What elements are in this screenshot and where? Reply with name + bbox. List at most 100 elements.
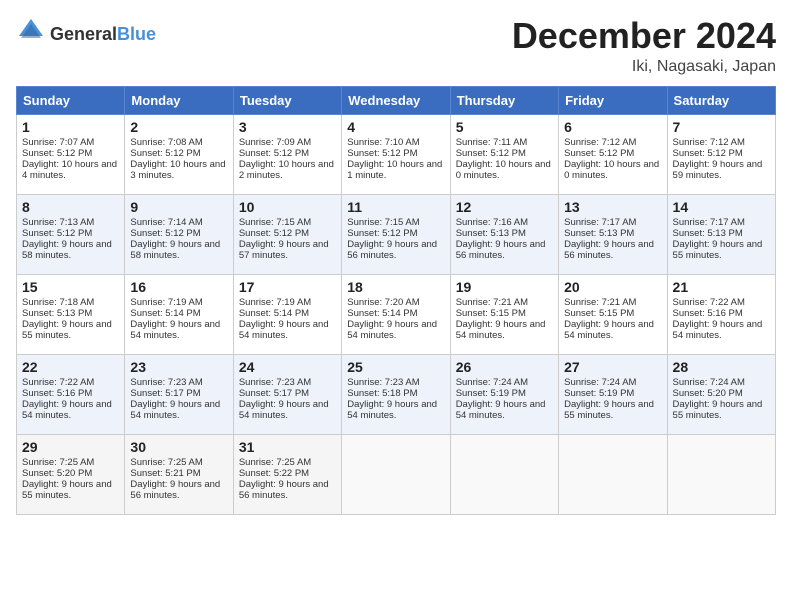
- daylight-text: Daylight: 9 hours and 54 minutes.: [130, 319, 227, 341]
- daylight-text: Daylight: 9 hours and 54 minutes.: [456, 319, 553, 341]
- sunset-text: Sunset: 5:14 PM: [347, 308, 444, 319]
- day-number: 6: [564, 119, 661, 135]
- daylight-text: Daylight: 9 hours and 58 minutes.: [130, 239, 227, 261]
- calendar-cell: 14Sunrise: 7:17 AMSunset: 5:13 PMDayligh…: [667, 194, 775, 274]
- calendar-cell: 8Sunrise: 7:13 AMSunset: 5:12 PMDaylight…: [17, 194, 125, 274]
- calendar-cell: 31Sunrise: 7:25 AMSunset: 5:22 PMDayligh…: [233, 434, 341, 514]
- day-number: 24: [239, 359, 336, 375]
- daylight-text: Daylight: 9 hours and 59 minutes.: [673, 159, 770, 181]
- sunset-text: Sunset: 5:19 PM: [564, 388, 661, 399]
- calendar-cell: 21Sunrise: 7:22 AMSunset: 5:16 PMDayligh…: [667, 274, 775, 354]
- sunset-text: Sunset: 5:16 PM: [22, 388, 119, 399]
- daylight-text: Daylight: 10 hours and 3 minutes.: [130, 159, 227, 181]
- day-number: 20: [564, 279, 661, 295]
- sunrise-text: Sunrise: 7:24 AM: [564, 377, 661, 388]
- logo: GeneralBlue: [16, 16, 156, 51]
- calendar-cell: 13Sunrise: 7:17 AMSunset: 5:13 PMDayligh…: [559, 194, 667, 274]
- sunset-text: Sunset: 5:12 PM: [347, 228, 444, 239]
- calendar-cell: [450, 434, 558, 514]
- sunset-text: Sunset: 5:12 PM: [130, 148, 227, 159]
- day-number: 19: [456, 279, 553, 295]
- daylight-text: Daylight: 9 hours and 55 minutes.: [564, 399, 661, 421]
- sunset-text: Sunset: 5:12 PM: [130, 228, 227, 239]
- daylight-text: Daylight: 9 hours and 54 minutes.: [564, 319, 661, 341]
- day-header-row: Sunday Monday Tuesday Wednesday Thursday…: [17, 86, 776, 114]
- day-number: 13: [564, 199, 661, 215]
- sunrise-text: Sunrise: 7:24 AM: [456, 377, 553, 388]
- sunrise-text: Sunrise: 7:16 AM: [456, 217, 553, 228]
- daylight-text: Daylight: 9 hours and 54 minutes.: [347, 319, 444, 341]
- calendar-cell: 9 Sunrise: 7:14 AMSunset: 5:12 PMDaylight…: [125, 194, 233, 274]
- sunset-text: Sunset: 5:13 PM: [456, 228, 553, 239]
- day-number: 17: [239, 279, 336, 295]
- sunrise-text: Sunrise: 7:25 AM: [239, 457, 336, 468]
- header-friday: Friday: [559, 86, 667, 114]
- daylight-text: Daylight: 9 hours and 55 minutes.: [673, 239, 770, 261]
- sunset-text: Sunset: 5:13 PM: [22, 308, 119, 319]
- day-number: 9: [130, 199, 227, 215]
- calendar-cell: 1Sunrise: 7:07 AMSunset: 5:12 PMDaylight…: [17, 114, 125, 194]
- sunrise-text: Sunrise: 7:21 AM: [564, 297, 661, 308]
- sunrise-text: Sunrise: 7:25 AM: [22, 457, 119, 468]
- daylight-text: Daylight: 10 hours and 4 minutes.: [22, 159, 119, 181]
- sunset-text: Sunset: 5:21 PM: [130, 468, 227, 479]
- day-number: 12: [456, 199, 553, 215]
- logo-icon: [16, 16, 46, 51]
- sunrise-text: Sunrise: 7:19 AM: [130, 297, 227, 308]
- sunrise-text: Sunrise: 7:14 AM: [130, 217, 227, 228]
- day-number: 1: [22, 119, 119, 135]
- calendar-cell: 30Sunrise: 7:25 AMSunset: 5:21 PMDayligh…: [125, 434, 233, 514]
- calendar-cell: 20Sunrise: 7:21 AMSunset: 5:15 PMDayligh…: [559, 274, 667, 354]
- calendar-week-row: 22Sunrise: 7:22 AMSunset: 5:16 PMDayligh…: [17, 354, 776, 434]
- calendar-cell: [559, 434, 667, 514]
- calendar-cell: 24Sunrise: 7:23 AMSunset: 5:17 PMDayligh…: [233, 354, 341, 434]
- daylight-text: Daylight: 9 hours and 56 minutes.: [456, 239, 553, 261]
- calendar-cell: 15 Sunrise: 7:18 AMSunset: 5:13 PMDayligh…: [17, 274, 125, 354]
- sunrise-text: Sunrise: 7:21 AM: [456, 297, 553, 308]
- sunset-text: Sunset: 5:12 PM: [564, 148, 661, 159]
- day-number: 15: [22, 279, 119, 295]
- header-sunday: Sunday: [17, 86, 125, 114]
- sunset-text: Sunset: 5:13 PM: [564, 228, 661, 239]
- sunrise-text: Sunrise: 7:12 AM: [673, 137, 770, 148]
- calendar-week-row: 1Sunrise: 7:07 AMSunset: 5:12 PMDaylight…: [17, 114, 776, 194]
- page-container: GeneralBlue December 2024 Iki, Nagasaki,…: [16, 16, 776, 515]
- day-number: 10: [239, 199, 336, 215]
- day-number: 7: [673, 119, 770, 135]
- calendar-cell: 6Sunrise: 7:12 AMSunset: 5:12 PMDaylight…: [559, 114, 667, 194]
- calendar-cell: 27Sunrise: 7:24 AMSunset: 5:19 PMDayligh…: [559, 354, 667, 434]
- daylight-text: Daylight: 9 hours and 56 minutes.: [130, 479, 227, 501]
- calendar-cell: 29Sunrise: 7:25 AMSunset: 5:20 PMDayligh…: [17, 434, 125, 514]
- daylight-text: Daylight: 10 hours and 2 minutes.: [239, 159, 336, 181]
- calendar-cell: 26Sunrise: 7:24 AMSunset: 5:19 PMDayligh…: [450, 354, 558, 434]
- day-number: 16: [130, 279, 227, 295]
- day-number: 29: [22, 439, 119, 455]
- sunrise-text: Sunrise: 7:18 AM: [22, 297, 119, 308]
- header-monday: Monday: [125, 86, 233, 114]
- sunset-text: Sunset: 5:12 PM: [347, 148, 444, 159]
- sunset-text: Sunset: 5:17 PM: [130, 388, 227, 399]
- sunset-text: Sunset: 5:12 PM: [22, 148, 119, 159]
- daylight-text: Daylight: 9 hours and 55 minutes.: [673, 399, 770, 421]
- day-number: 11: [347, 199, 444, 215]
- calendar-cell: 16Sunrise: 7:19 AMSunset: 5:14 PMDayligh…: [125, 274, 233, 354]
- daylight-text: Daylight: 9 hours and 55 minutes.: [22, 319, 119, 341]
- sunrise-text: Sunrise: 7:19 AM: [239, 297, 336, 308]
- sunrise-text: Sunrise: 7:13 AM: [22, 217, 119, 228]
- calendar-cell: 4Sunrise: 7:10 AMSunset: 5:12 PMDaylight…: [342, 114, 450, 194]
- sunrise-text: Sunrise: 7:11 AM: [456, 137, 553, 148]
- calendar-cell: 3Sunrise: 7:09 AMSunset: 5:12 PMDaylight…: [233, 114, 341, 194]
- sunset-text: Sunset: 5:15 PM: [456, 308, 553, 319]
- day-number: 30: [130, 439, 227, 455]
- sunrise-text: Sunrise: 7:12 AM: [564, 137, 661, 148]
- daylight-text: Daylight: 9 hours and 54 minutes.: [239, 319, 336, 341]
- day-number: 23: [130, 359, 227, 375]
- sunrise-text: Sunrise: 7:24 AM: [673, 377, 770, 388]
- sunset-text: Sunset: 5:12 PM: [456, 148, 553, 159]
- day-number: 3: [239, 119, 336, 135]
- calendar-cell: 12 Sunrise: 7:16 AMSunset: 5:13 PMDayligh…: [450, 194, 558, 274]
- sunrise-text: Sunrise: 7:10 AM: [347, 137, 444, 148]
- calendar-cell: 7Sunrise: 7:12 AMSunset: 5:12 PMDaylight…: [667, 114, 775, 194]
- calendar-cell: 2Sunrise: 7:08 AMSunset: 5:12 PMDaylight…: [125, 114, 233, 194]
- sunrise-text: Sunrise: 7:22 AM: [22, 377, 119, 388]
